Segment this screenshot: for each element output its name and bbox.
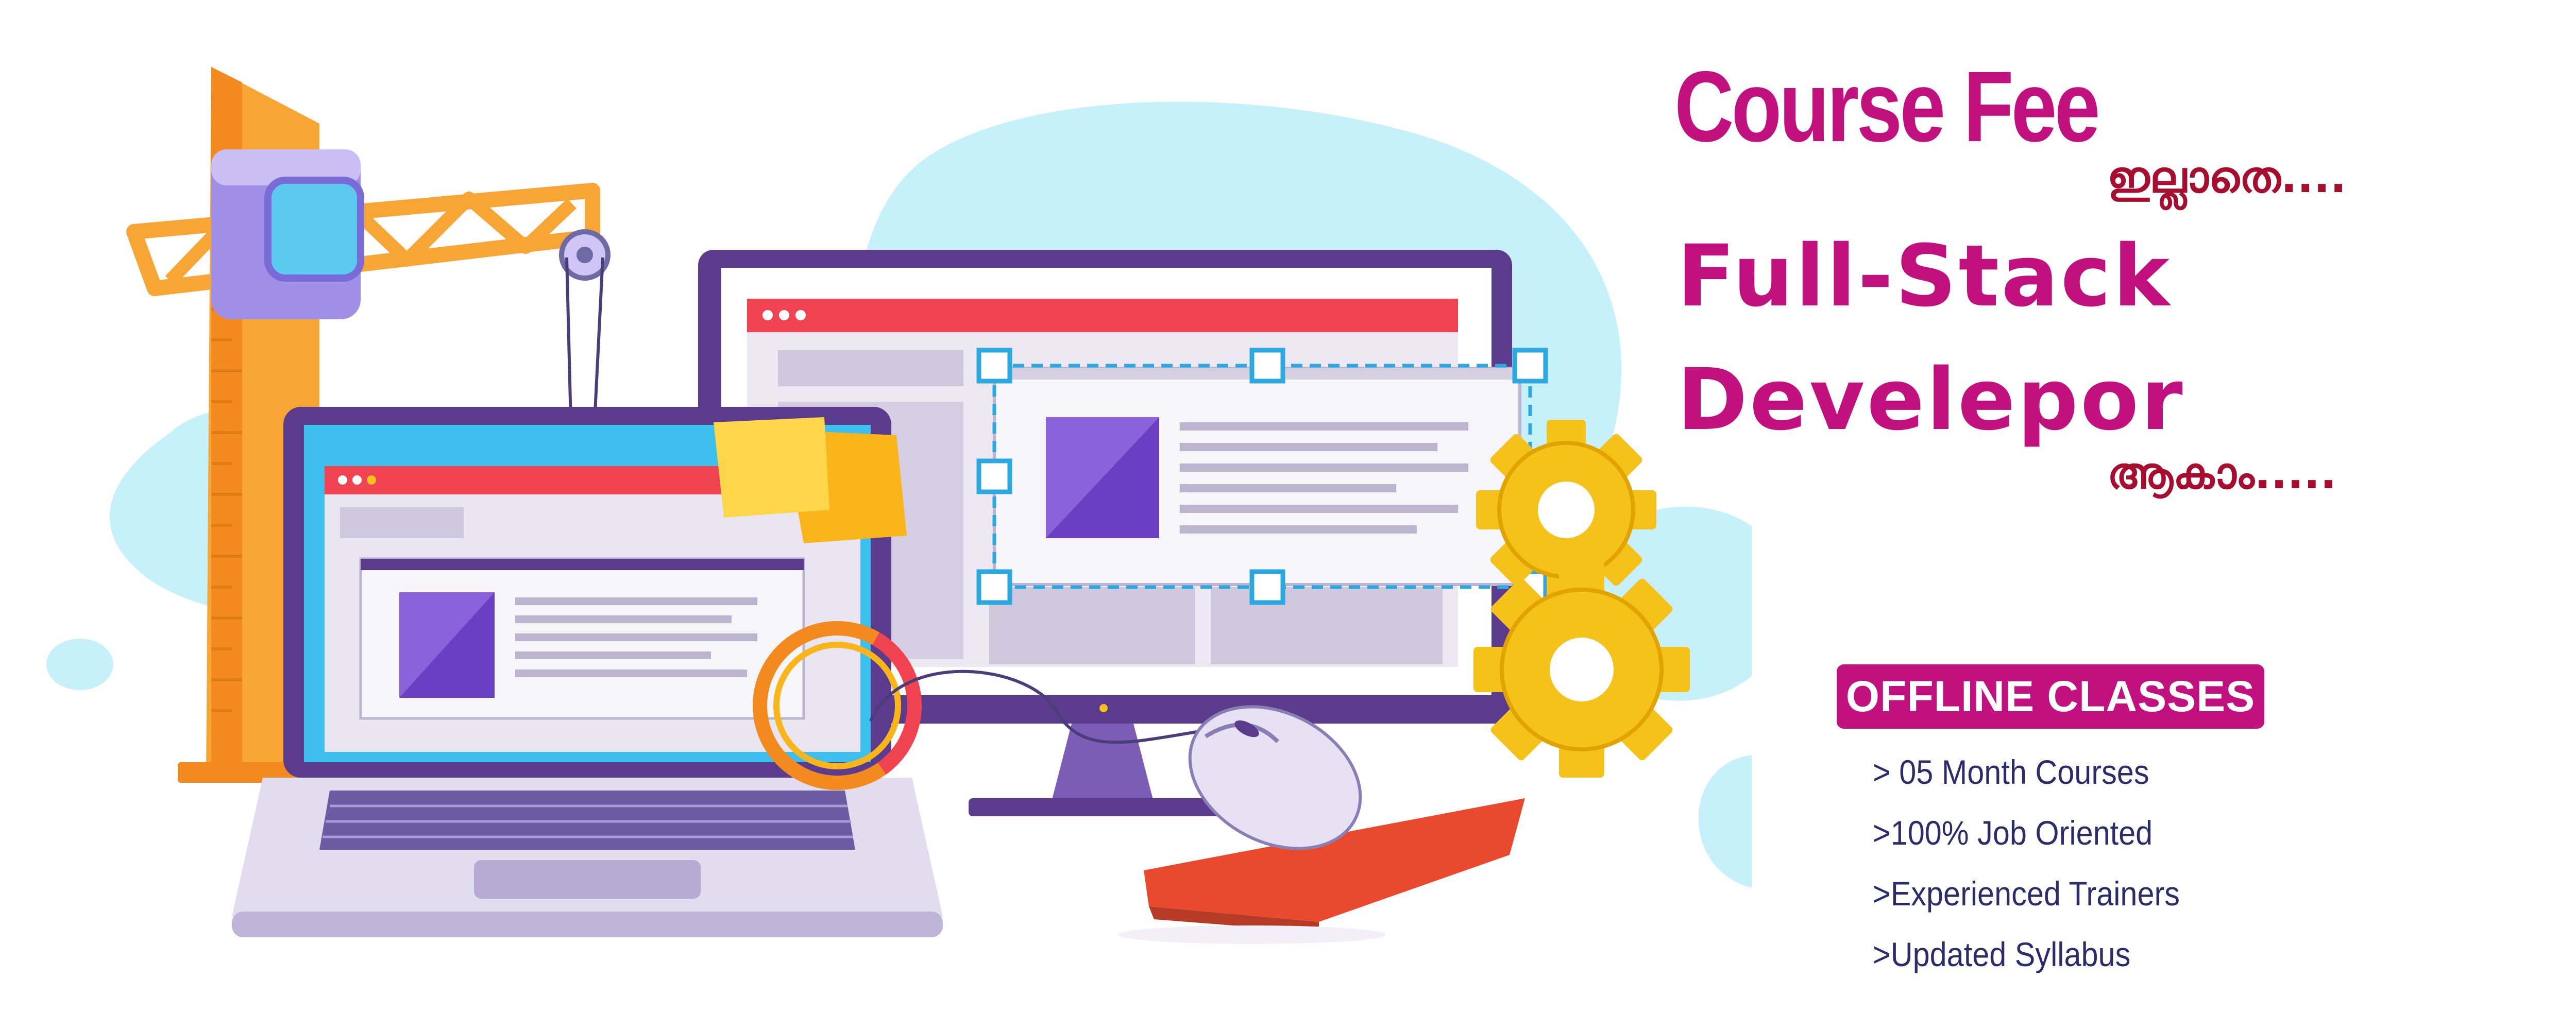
headline-suffix-malayalam-2: ആകാം..... bbox=[2107, 448, 2337, 499]
selected-panel bbox=[976, 348, 1548, 605]
badge-label: OFFLINE CLASSES bbox=[1845, 672, 2256, 720]
feature-item: >Updated Syllabus bbox=[1873, 935, 2131, 973]
web-development-illustration bbox=[46, 67, 1752, 944]
feature-item: >Experienced Trainers bbox=[1873, 874, 2180, 913]
gear-icon bbox=[1473, 420, 1690, 778]
headline-suffix-malayalam-1: ഇല്ലാതെ.... bbox=[2107, 152, 2347, 202]
feature-list: > 05 Month Courses >100% Job Oriented >E… bbox=[1873, 742, 2214, 985]
feature-item: > 05 Month Courses bbox=[1873, 753, 2149, 791]
feature-item: >100% Job Oriented bbox=[1873, 814, 2153, 852]
headline-developer: Develepor bbox=[1677, 350, 2185, 449]
offline-classes-badge: OFFLINE CLASSES bbox=[1837, 664, 2264, 729]
